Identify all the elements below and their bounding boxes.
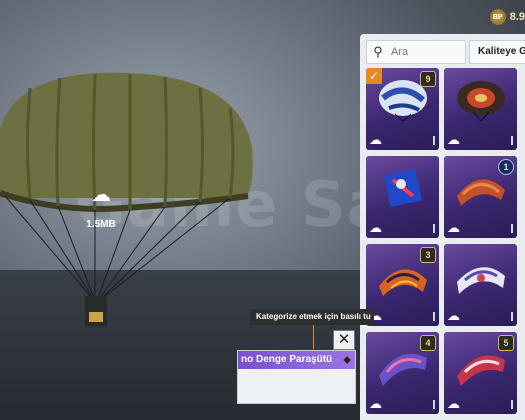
download-size: 1.5MB	[86, 219, 116, 230]
cloud-download-icon[interactable]: ☁	[447, 133, 460, 146]
divider	[433, 224, 435, 233]
item-info-card[interactable]: no Denge Paraşütü ⬥	[237, 350, 356, 404]
parachute-model[interactable]	[0, 68, 270, 348]
divider	[433, 136, 435, 145]
cloud-download-icon[interactable]: ☁	[83, 185, 119, 205]
tooltip-pointer	[313, 325, 314, 349]
grid-item[interactable]: ☁	[366, 156, 439, 238]
cloud-download-icon[interactable]: ☁	[447, 309, 460, 322]
preview-download[interactable]: ☁ 1.5MB	[83, 185, 119, 230]
item-name: no Denge Paraşütü	[238, 351, 355, 369]
close-button[interactable]: ✕	[333, 330, 355, 350]
grid-item[interactable]: ☁	[444, 68, 517, 150]
tag-icon[interactable]: ⬥	[343, 354, 351, 367]
parachute-box-icon	[384, 169, 422, 207]
divider	[511, 136, 513, 145]
grid-item[interactable]: 3 ☁	[366, 244, 439, 326]
hold-to-categorize-tooltip: Kategorize etmek için basılı tu	[250, 309, 374, 325]
grid-item[interactable]: 5 ☁	[444, 332, 517, 414]
cloud-download-icon[interactable]: ☁	[369, 397, 382, 410]
divider	[511, 224, 513, 233]
divider	[511, 400, 513, 409]
currency-display: BP 8.9	[489, 6, 525, 28]
search-icon: ⚲	[373, 44, 383, 59]
search-box[interactable]: ⚲	[366, 40, 466, 64]
parachute-white-icon	[457, 267, 505, 294]
item-grid: ✓ 9 ☁ ☁ ☁ 1 ☁ 3 ☁ ☁ 4 ☁ 5 ☁	[366, 68, 525, 420]
level-badge: 3	[420, 247, 436, 263]
cloud-download-icon[interactable]: ☁	[447, 221, 460, 234]
grid-item[interactable]: ☁	[444, 244, 517, 326]
bp-coin-icon: BP	[489, 9, 506, 25]
parachute-dark-icon	[457, 81, 505, 122]
level-badge: 1	[498, 159, 514, 175]
cloud-download-icon[interactable]: ☁	[369, 133, 382, 146]
sort-by-quality-button[interactable]: Kaliteye Gö	[469, 40, 525, 64]
cloud-download-icon[interactable]: ☁	[369, 221, 382, 234]
grid-item[interactable]: 4 ☁	[366, 332, 439, 414]
level-badge: 5	[498, 335, 514, 351]
grid-item[interactable]: ✓ 9 ☁	[366, 68, 439, 150]
divider	[433, 312, 435, 321]
search-input[interactable]	[389, 45, 463, 59]
cloud-download-icon[interactable]: ☁	[447, 397, 460, 410]
currency-amount: 8.9	[509, 11, 525, 23]
grid-item[interactable]: 1 ☁	[444, 156, 517, 238]
level-badge: 4	[420, 335, 436, 351]
level-badge: 9	[420, 71, 436, 87]
divider	[511, 312, 513, 321]
divider	[433, 400, 435, 409]
